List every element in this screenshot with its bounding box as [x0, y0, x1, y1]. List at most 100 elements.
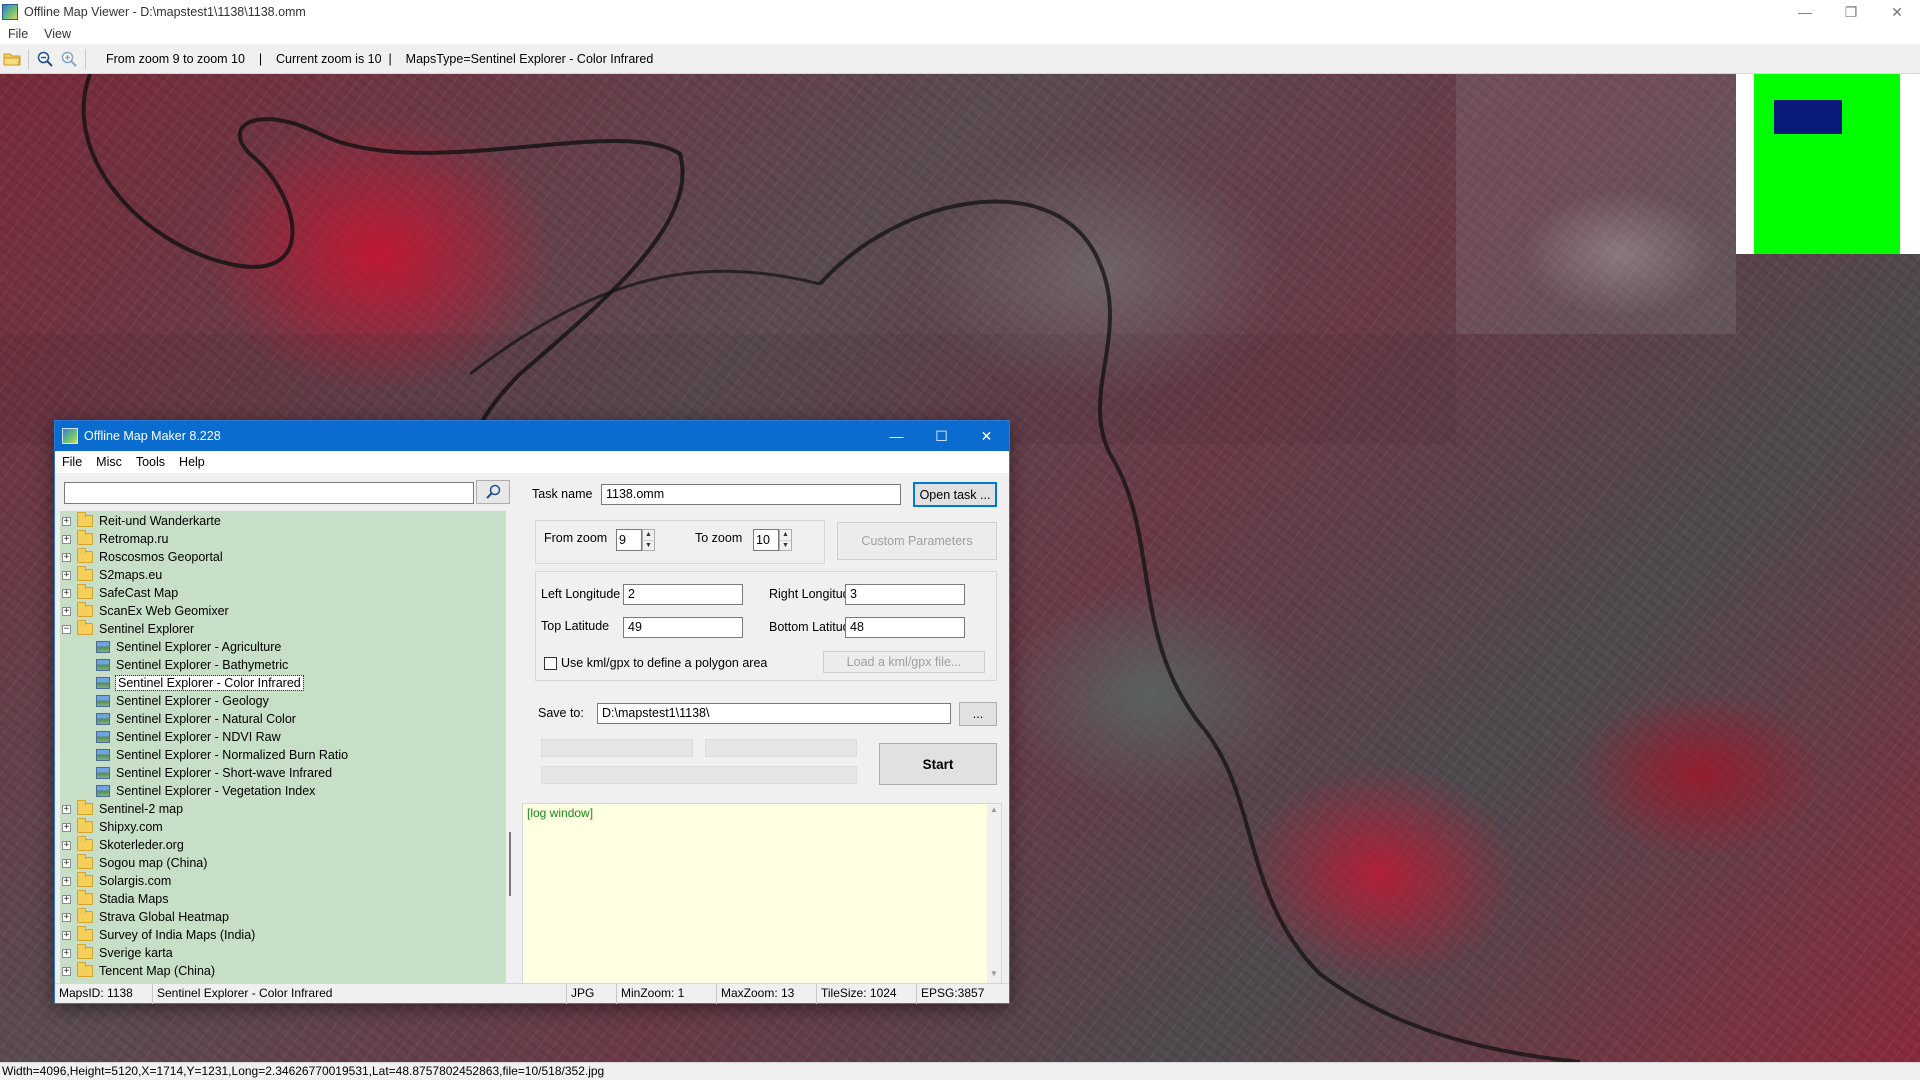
close-button[interactable]: ✕ [1874, 0, 1920, 24]
expand-icon[interactable]: + [62, 822, 71, 832]
zoom-out-icon[interactable] [33, 47, 57, 71]
dialog-close-button[interactable]: ✕ [964, 421, 1009, 451]
expand-icon[interactable]: + [62, 912, 71, 922]
tree-map-item[interactable]: Sentinel Explorer - Bathymetric [60, 656, 288, 674]
epsg-status: EPSG:3857 [921, 986, 985, 1000]
expand-icon[interactable]: + [62, 894, 71, 904]
tree-folder-item[interactable]: + Retromap.ru [60, 530, 168, 548]
restore-button[interactable]: ❐ [1828, 0, 1874, 24]
to-zoom-field[interactable]: 10 [753, 529, 779, 551]
minimap-viewport[interactable] [1774, 100, 1842, 134]
tree-folder-item[interactable]: + Reit-und Wanderkarte [60, 512, 221, 530]
browse-button[interactable]: ... [959, 702, 997, 726]
expand-icon[interactable]: + [62, 948, 71, 958]
top-latitude-label: Top Latitude [541, 619, 610, 633]
tree-folder-item[interactable]: − Sentinel Explorer [60, 620, 194, 638]
expand-icon[interactable]: + [62, 570, 71, 580]
tree-map-item[interactable]: Sentinel Explorer - NDVI Raw [60, 728, 281, 746]
expand-icon[interactable]: + [62, 840, 71, 850]
tree-map-item[interactable]: Sentinel Explorer - Color Infrared [60, 674, 304, 692]
tree-folder-item[interactable]: + Sentinel-2 map [60, 800, 183, 818]
tree-map-item[interactable]: Sentinel Explorer - Vegetation Index [60, 782, 315, 800]
dialog-status-bar: MapsID: 1138 Sentinel Explorer - Color I… [55, 983, 1009, 1004]
tree-folder-item[interactable]: + Strava Global Heatmap [60, 908, 229, 926]
open-task-button[interactable]: Open task ... [913, 482, 997, 507]
from-zoom-stepper[interactable]: ▲ ▼ [642, 529, 655, 551]
maps-tree[interactable]: + Reit-und Wanderkarte + Retromap.ru + Roscos… [60, 511, 506, 985]
from-zoom-field[interactable]: 9 [616, 529, 642, 551]
tree-item-label: Sentinel Explorer - Geology [116, 694, 269, 708]
save-to-field[interactable]: D:\mapstest1\1138\ [597, 703, 951, 724]
expand-icon[interactable]: + [62, 966, 71, 976]
expand-icon[interactable]: + [62, 930, 71, 940]
map-layer-icon [96, 749, 110, 761]
task-name-field[interactable]: 1138.omm [601, 484, 901, 505]
expand-icon[interactable]: + [62, 552, 71, 562]
expand-icon[interactable]: + [62, 534, 71, 544]
to-zoom-stepper[interactable]: ▲ ▼ [779, 529, 792, 551]
tree-folder-item[interactable]: + Roscosmos Geoportal [60, 548, 223, 566]
tree-folder-item[interactable]: + S2maps.eu [60, 566, 162, 584]
tree-folder-item[interactable]: + Stadia Maps [60, 890, 168, 908]
menu-file[interactable]: File [55, 455, 89, 469]
down-arrow-icon[interactable]: ▼ [780, 541, 791, 551]
tree-map-item[interactable]: Sentinel Explorer - Natural Color [60, 710, 296, 728]
overview-minimap[interactable] [1736, 74, 1920, 254]
dialog-titlebar[interactable]: Offline Map Maker 8.228 — ☐ ✕ [55, 421, 1009, 451]
tree-map-item[interactable]: Sentinel Explorer - Normalized Burn Rati… [60, 746, 348, 764]
tree-item-label: Sentinel Explorer - NDVI Raw [116, 730, 281, 744]
dialog-maximize-button[interactable]: ☐ [919, 421, 964, 451]
scroll-down-icon[interactable]: ▼ [987, 969, 1001, 983]
up-arrow-icon[interactable]: ▲ [780, 530, 791, 541]
tree-folder-item[interactable]: + SafeCast Map [60, 584, 178, 602]
folder-icon [77, 926, 93, 941]
map-maker-dialog: Offline Map Maker 8.228 — ☐ ✕ File Misc … [54, 420, 1010, 1004]
right-longitude-field[interactable]: 3 [845, 584, 965, 605]
tree-folder-item[interactable]: + Skoterleder.org [60, 836, 184, 854]
menu-file[interactable]: File [0, 27, 36, 41]
minimize-button[interactable]: — [1782, 0, 1828, 24]
menu-help[interactable]: Help [172, 455, 212, 469]
tree-folder-item[interactable]: + Sverige karta [60, 944, 173, 962]
search-button[interactable] [476, 480, 510, 504]
tree-folder-item[interactable]: + Shipxy.com [60, 818, 163, 836]
expand-icon[interactable]: + [62, 606, 71, 616]
expand-icon[interactable]: + [62, 588, 71, 598]
collapse-icon[interactable]: − [62, 624, 71, 634]
tree-folder-item[interactable]: + Survey of India Maps (India) [60, 926, 255, 944]
tree-folder-item[interactable]: + Tencent Map (China) [60, 962, 215, 980]
tree-map-item[interactable]: Sentinel Explorer - Geology [60, 692, 269, 710]
tree-map-item[interactable]: Sentinel Explorer - Short-wave Infrared [60, 764, 332, 782]
start-button[interactable]: Start [879, 743, 997, 785]
expand-icon[interactable]: + [62, 858, 71, 868]
top-latitude-field[interactable]: 49 [623, 617, 743, 638]
log-window[interactable]: [log window] ▲ ▼ [522, 803, 1002, 985]
menu-view[interactable]: View [36, 27, 79, 41]
scroll-up-icon[interactable]: ▲ [987, 805, 1001, 819]
tree-folder-item[interactable]: + Solargis.com [60, 872, 171, 890]
search-input[interactable] [64, 482, 474, 504]
bottom-latitude-field[interactable]: 48 [845, 617, 965, 638]
custom-parameters-button[interactable]: Custom Parameters [837, 522, 997, 560]
tree-folder-item[interactable]: + Sogou map (China) [60, 854, 207, 872]
tree-scrollbar[interactable] [506, 511, 514, 985]
log-scrollbar[interactable]: ▲ ▼ [987, 804, 1001, 984]
folder-icon [77, 584, 93, 599]
tree-map-item[interactable]: Sentinel Explorer - Agriculture [60, 638, 281, 656]
left-longitude-field[interactable]: 2 [623, 584, 743, 605]
menu-tools[interactable]: Tools [129, 455, 172, 469]
down-arrow-icon[interactable]: ▼ [643, 541, 654, 551]
tree-item-label: Sentinel Explorer - Normalized Burn Rati… [116, 748, 349, 762]
expand-icon[interactable]: + [62, 804, 71, 814]
expand-icon[interactable]: + [62, 516, 71, 526]
menu-misc[interactable]: Misc [89, 455, 129, 469]
tree-folder-item[interactable]: + ScanEx Web Geomixer [60, 602, 229, 620]
scrollbar-thumb[interactable] [509, 832, 511, 896]
open-folder-icon[interactable] [0, 47, 24, 71]
up-arrow-icon[interactable]: ▲ [643, 530, 654, 541]
load-kml-button[interactable]: Load a kml/gpx file... [823, 651, 985, 673]
expand-icon[interactable]: + [62, 876, 71, 886]
use-kml-checkbox[interactable] [544, 657, 557, 670]
dialog-minimize-button[interactable]: — [874, 421, 919, 451]
zoom-in-icon[interactable] [57, 47, 81, 71]
